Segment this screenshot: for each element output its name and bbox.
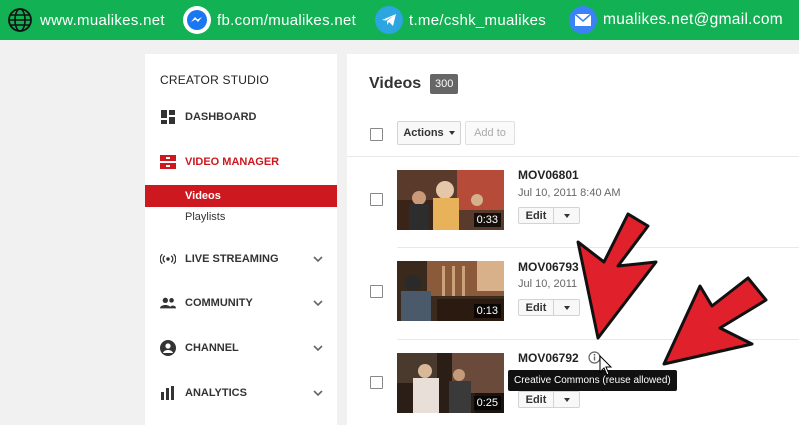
dashboard-icon	[160, 109, 176, 125]
banner-email[interactable]: mualikes.net@gmail.com	[569, 0, 783, 40]
divider	[347, 156, 799, 157]
sidebar-item-label: COMMUNITY	[185, 297, 253, 309]
email-text: mualikes.net@gmail.com	[603, 11, 783, 28]
edit-dropdown-button[interactable]	[554, 391, 580, 408]
video-date: Jul 10, 2011	[518, 278, 578, 290]
globe-icon	[6, 6, 34, 34]
sidebar-item-label: CHANNEL	[185, 342, 239, 354]
sidebar-item-community[interactable]: COMMUNITY	[145, 292, 337, 314]
website-text: www.mualikes.net	[40, 11, 165, 29]
sidebar-item-label: VIDEO MANAGER	[185, 156, 280, 168]
video-duration: 0:13	[473, 304, 501, 318]
sidebar-item-video-manager[interactable]: VIDEO MANAGER	[145, 151, 337, 173]
edit-button-group: Edit	[518, 391, 580, 408]
live-streaming-icon	[160, 251, 176, 267]
divider	[397, 247, 799, 248]
telegram-icon	[375, 6, 403, 34]
video-title[interactable]: MOV06792	[518, 351, 579, 365]
video-manager-icon	[160, 154, 176, 170]
caret-down-icon	[563, 397, 570, 402]
sidebar-item-dashboard[interactable]: DASHBOARD	[145, 106, 337, 128]
analytics-icon	[160, 385, 176, 401]
actions-label: Actions	[403, 127, 444, 139]
tooltip: Creative Commons (reuse allowed)	[508, 370, 677, 391]
sidebar-item-label: ANALYTICS	[185, 387, 247, 399]
banner-telegram[interactable]: t.me/cshk_mualikes	[375, 0, 546, 40]
edit-button[interactable]: Edit	[518, 391, 554, 408]
sidebar-title: CREATOR STUDIO	[160, 73, 270, 87]
actions-button[interactable]: Actions	[397, 121, 461, 145]
page-title: Videos	[369, 75, 422, 92]
video-date: Jul 10, 2011 8:40 AM	[518, 187, 621, 199]
chevron-down-icon[interactable]	[313, 343, 323, 353]
banner-facebook[interactable]: fb.com/mualikes.net	[183, 0, 356, 40]
caret-down-icon	[563, 213, 570, 218]
video-duration: 0:33	[473, 213, 501, 227]
caret-down-icon	[448, 131, 455, 135]
video-duration: 0:25	[473, 396, 501, 410]
video-row-checkbox[interactable]	[370, 285, 383, 298]
sidebar-item-channel[interactable]: CHANNEL	[145, 337, 337, 359]
edit-button[interactable]: Edit	[518, 299, 554, 316]
chevron-down-icon[interactable]	[313, 388, 323, 398]
add-to-button[interactable]: Add to	[465, 121, 515, 145]
edit-dropdown-button[interactable]	[554, 299, 580, 316]
divider	[397, 339, 799, 340]
video-count-badge: 300	[430, 74, 459, 94]
chevron-down-icon[interactable]	[313, 298, 323, 308]
edit-dropdown-button[interactable]	[554, 207, 580, 224]
banner-website[interactable]: www.mualikes.net	[6, 0, 165, 40]
sidebar-subitem-playlists[interactable]: Playlists	[145, 206, 337, 228]
edit-button-group: Edit	[518, 207, 580, 224]
sidebar-item-label: LIVE STREAMING	[185, 253, 279, 265]
video-row-checkbox[interactable]	[370, 193, 383, 206]
sidebar-item-live-streaming[interactable]: LIVE STREAMING	[145, 248, 337, 270]
video-thumbnail[interactable]: 0:33	[397, 170, 504, 230]
mail-icon	[569, 6, 597, 34]
sidebar-item-label: DASHBOARD	[185, 111, 257, 123]
edit-button[interactable]: Edit	[518, 207, 554, 224]
channel-icon	[160, 340, 176, 356]
chevron-down-icon[interactable]	[313, 254, 323, 264]
select-all-checkbox[interactable]	[370, 128, 383, 141]
sidebar: CREATOR STUDIO DASHBOARD VIDEO MANAGER V…	[145, 54, 337, 425]
promo-banner: www.mualikes.net fb.com/mualikes.net t.m…	[0, 0, 799, 40]
edit-button-group: Edit	[518, 299, 580, 316]
video-thumbnail[interactable]: 0:13	[397, 261, 504, 321]
telegram-text: t.me/cshk_mualikes	[409, 11, 547, 29]
creative-commons-icon[interactable]	[588, 351, 601, 364]
sidebar-subitem-videos[interactable]: Videos	[145, 185, 337, 207]
video-title[interactable]: MOV06793	[518, 260, 579, 274]
facebook-text: fb.com/mualikes.net	[217, 11, 357, 29]
community-icon	[160, 295, 176, 311]
video-thumbnail[interactable]: 0:25	[397, 353, 504, 413]
sidebar-item-analytics[interactable]: ANALYTICS	[145, 382, 337, 404]
messenger-icon	[183, 6, 211, 34]
caret-down-icon	[563, 305, 570, 310]
video-title[interactable]: MOV06801	[518, 168, 579, 182]
video-row-checkbox[interactable]	[370, 376, 383, 389]
